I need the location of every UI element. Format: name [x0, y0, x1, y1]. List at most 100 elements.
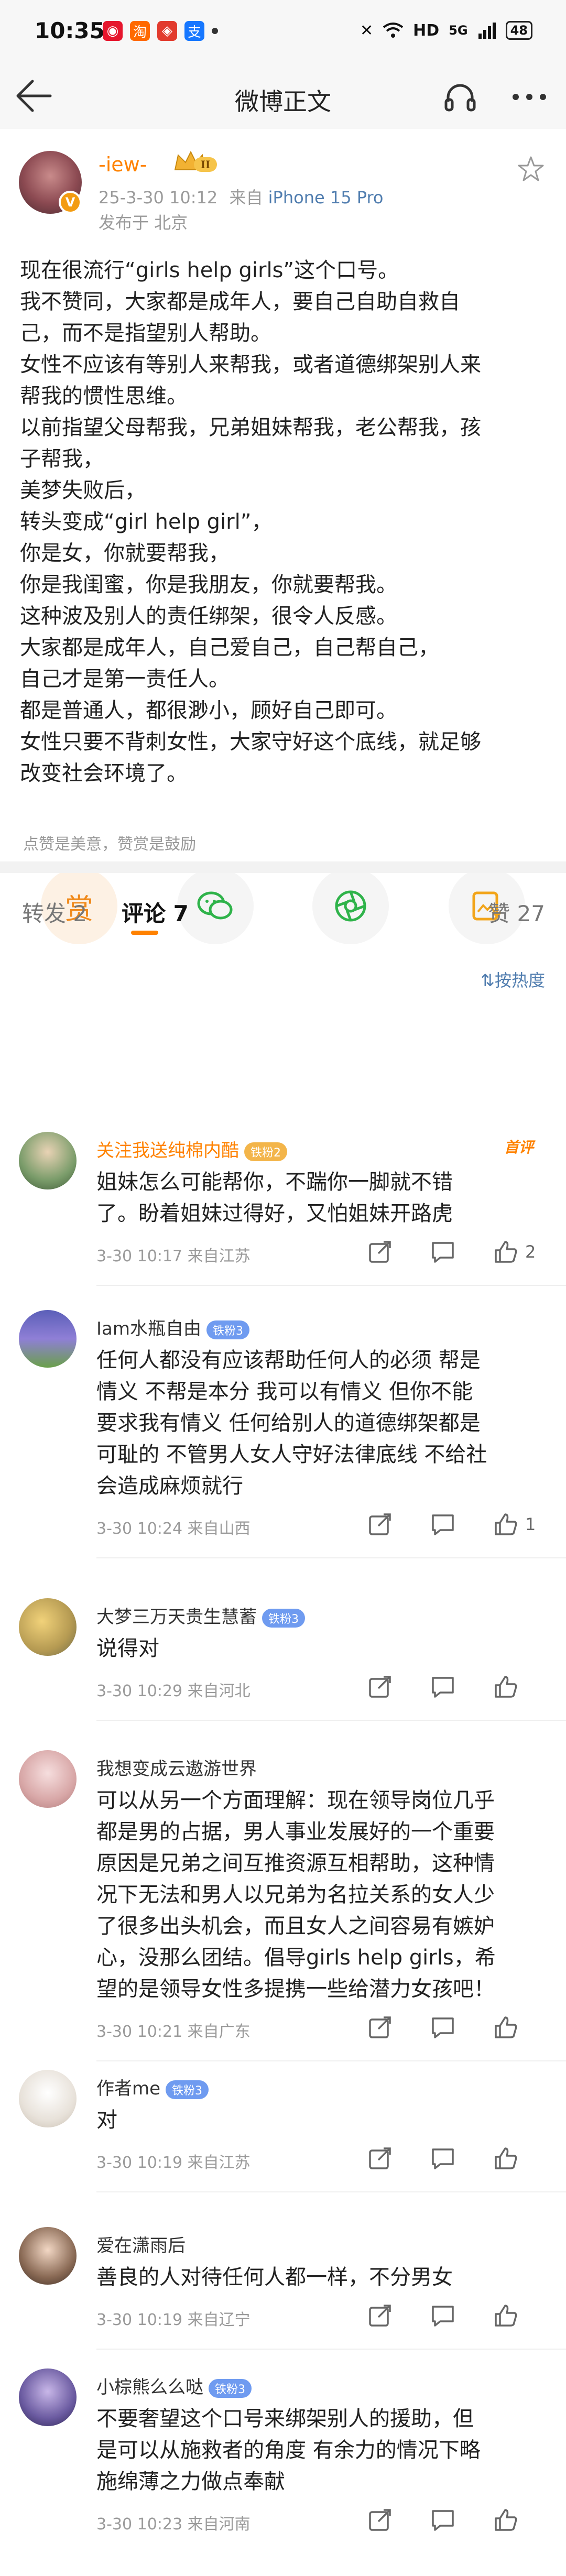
- post-text-line: 都是普通人，都很渺小，顾好自己即可。: [20, 698, 397, 723]
- like-count: 1: [525, 1514, 536, 1534]
- sort-label: 按热度: [494, 970, 545, 990]
- like-icon[interactable]: [493, 2014, 519, 2040]
- weibo-notification-icon: ◉: [103, 21, 123, 41]
- like-icon[interactable]: [493, 1239, 519, 1265]
- comment-text-line: 是可以从施救者的角度 有余力的情况下略: [96, 2438, 481, 2462]
- post-text-line: 帮我的惯性思维。: [20, 384, 188, 408]
- post-text-line: 己，而不是指望别人帮助。: [20, 321, 271, 345]
- comment-meta: 3-30 10:21 来自广东: [96, 2023, 251, 2041]
- like-icon[interactable]: [493, 1674, 519, 1700]
- tip-text: 点赞是美意，赞赏是鼓励: [23, 835, 196, 854]
- post-text-line: 你是女，你就要帮我，: [20, 541, 230, 565]
- comment-text-line: 说得对: [96, 1636, 159, 1661]
- active-tab-indicator: [131, 931, 158, 935]
- fan-level-badge: 铁粉3: [209, 2378, 252, 2398]
- comment-text-line: 任何人都没有应该帮助任何人的必须 帮是: [96, 1348, 481, 1372]
- vip-crown-icon: II: [174, 150, 217, 172]
- comment-separator: [96, 1557, 566, 1558]
- share-icon[interactable]: [367, 2014, 393, 2040]
- commenter-name[interactable]: 关注我送纯棉内酷 铁粉2: [96, 1136, 287, 1162]
- comment-text[interactable]: 说得对: [96, 1633, 159, 1664]
- more-options-icon[interactable]: [508, 84, 550, 110]
- reply-icon[interactable]: [430, 1674, 456, 1700]
- comment-text-line: 姐妹怎么可能帮你，不踹你一脚就不错: [96, 1170, 453, 1194]
- status-indicators: ✕ HD 5G 48: [360, 21, 532, 40]
- commenter-avatar[interactable]: [19, 2227, 77, 2285]
- fan-level-badge: 铁粉3: [262, 1608, 305, 1628]
- commenter-name-text: 大梦三万天贵生慧蓄: [96, 1607, 257, 1628]
- commenter-name-text: Iam水瓶自由: [96, 1318, 201, 1339]
- verified-badge-icon: V: [59, 191, 82, 214]
- post-text-line: 女性只要不背刺女性，大家守好这个底线，就足够: [20, 730, 481, 754]
- post-text-line: 以前指望父母帮我，兄弟姐妹帮我，老公帮我，孩: [20, 416, 481, 440]
- commenter-name-text: 作者me: [96, 2078, 161, 2099]
- commenter-name[interactable]: 爱在潇雨后: [96, 2231, 186, 2257]
- comment-text[interactable]: 不要奢望这个口号来绑架别人的援助，但 是可以从施救者的角度 有余力的情况下略 施绵薄…: [96, 2403, 481, 2497]
- fan-level-badge: 铁粉3: [166, 2080, 209, 2099]
- comment-text-line: 可以从另一个方面理解：现在领导岗位几乎: [96, 1788, 495, 1813]
- sort-by-hot-button[interactable]: ⇅按热度: [481, 967, 545, 991]
- share-icon[interactable]: [367, 1239, 393, 1265]
- comment-text-line: 原因是兄弟之间互推资源互相帮助，这种情: [96, 1851, 495, 1875]
- share-icon[interactable]: [367, 1511, 393, 1537]
- comment-text-line: 心，没那么团结。倡导girls help girls，希: [96, 1946, 496, 1970]
- headset-icon[interactable]: [443, 80, 477, 114]
- like-icon[interactable]: [493, 2507, 519, 2533]
- comment-text-line: 望的是领导女性多提携一些给潜力女孩吧！: [96, 1977, 495, 2001]
- author-name[interactable]: -iew-: [99, 153, 147, 176]
- mute-icon: ✕: [360, 21, 374, 40]
- taobao-notification-icon: 淘: [130, 21, 150, 41]
- reply-icon[interactable]: [430, 2302, 456, 2329]
- commenter-avatar[interactable]: [19, 2368, 77, 2426]
- post-tabs: 转发 2 评论 7 赞 27: [0, 873, 566, 941]
- commenter-name[interactable]: Iam水瓶自由 铁粉3: [96, 1314, 249, 1340]
- commenter-name[interactable]: 我想变成云遨游世界: [96, 1754, 257, 1780]
- commenter-avatar[interactable]: [19, 1750, 77, 1808]
- commenter-name-text: 我想变成云遨游世界: [96, 1759, 257, 1780]
- comment-text[interactable]: 可以从另一个方面理解：现在领导岗位几乎 都是男的占据，男人事业发展好的一个重要 原因…: [96, 1785, 496, 2005]
- comment-text-line: 对: [96, 2108, 117, 2132]
- share-icon[interactable]: [367, 1674, 393, 1700]
- like-icon[interactable]: [493, 1511, 519, 1537]
- app-notification-icon: ◈: [157, 21, 177, 41]
- post-date: 25-3-30 10:12: [99, 188, 218, 208]
- reply-icon[interactable]: [430, 2145, 456, 2171]
- commenter-avatar[interactable]: [19, 1310, 77, 1368]
- signal-bars-icon: [478, 23, 496, 39]
- reply-icon[interactable]: [430, 1239, 456, 1265]
- commenter-avatar[interactable]: [19, 1132, 77, 1189]
- post-text-line: 自己才是第一责任人。: [20, 667, 230, 691]
- signal-label: 5G: [449, 23, 468, 38]
- commenter-avatar[interactable]: [19, 1598, 77, 1656]
- alipay-notification-icon: 支: [184, 21, 204, 41]
- commenter-name-text: 小棕熊么么哒: [96, 2377, 203, 2398]
- reply-icon[interactable]: [430, 1511, 456, 1537]
- share-icon[interactable]: [367, 2145, 393, 2171]
- post-device[interactable]: iPhone 15 Pro: [268, 188, 384, 208]
- commenter-name[interactable]: 大梦三万天贵生慧蓄 铁粉3: [96, 1602, 305, 1628]
- comment-meta: 3-30 10:19 来自江苏: [96, 2154, 251, 2172]
- comment-meta: 3-30 10:17 来自江苏: [96, 1247, 251, 1265]
- first-comment-badge: 首评: [504, 1139, 534, 1156]
- comment-text[interactable]: 善良的人对待任何人都一样，不分男女: [96, 2262, 453, 2293]
- favorite-star-icon[interactable]: [517, 155, 545, 183]
- post-text-line: 转头变成“girl help girl”，: [20, 510, 273, 534]
- comment-meta: 3-30 10:23 来自河南: [96, 2515, 251, 2534]
- like-icon[interactable]: [493, 2145, 519, 2171]
- commenter-name[interactable]: 作者me 铁粉3: [96, 2074, 209, 2100]
- commenter-name[interactable]: 小棕熊么么哒 铁粉3: [96, 2373, 252, 2398]
- like-icon[interactable]: [493, 2302, 519, 2329]
- reply-icon[interactable]: [430, 2507, 456, 2533]
- comment-text[interactable]: 姐妹怎么可能帮你，不踹你一脚就不错 了。盼着姐妹过得好，又怕姐妹开路虎: [96, 1166, 453, 1229]
- share-icon[interactable]: [367, 2507, 393, 2533]
- tab-likes[interactable]: 赞 27: [488, 896, 545, 928]
- comment-text[interactable]: 任何人都没有应该帮助任何人的必须 帮是 情义 不帮是本分 我可以有情义 但你不能要…: [96, 1345, 487, 1502]
- comment-text-line: 要求我有情义 任何给别人的道德绑架都是: [96, 1411, 481, 1435]
- post-text-line: 改变社会环境了。: [20, 761, 188, 785]
- share-icon[interactable]: [367, 2302, 393, 2329]
- tab-reposts[interactable]: 转发 2: [22, 896, 87, 928]
- reply-icon[interactable]: [430, 2014, 456, 2040]
- tab-comments[interactable]: 评论 7: [122, 896, 189, 928]
- commenter-avatar[interactable]: [19, 2070, 77, 2127]
- comment-text[interactable]: 对: [96, 2104, 117, 2136]
